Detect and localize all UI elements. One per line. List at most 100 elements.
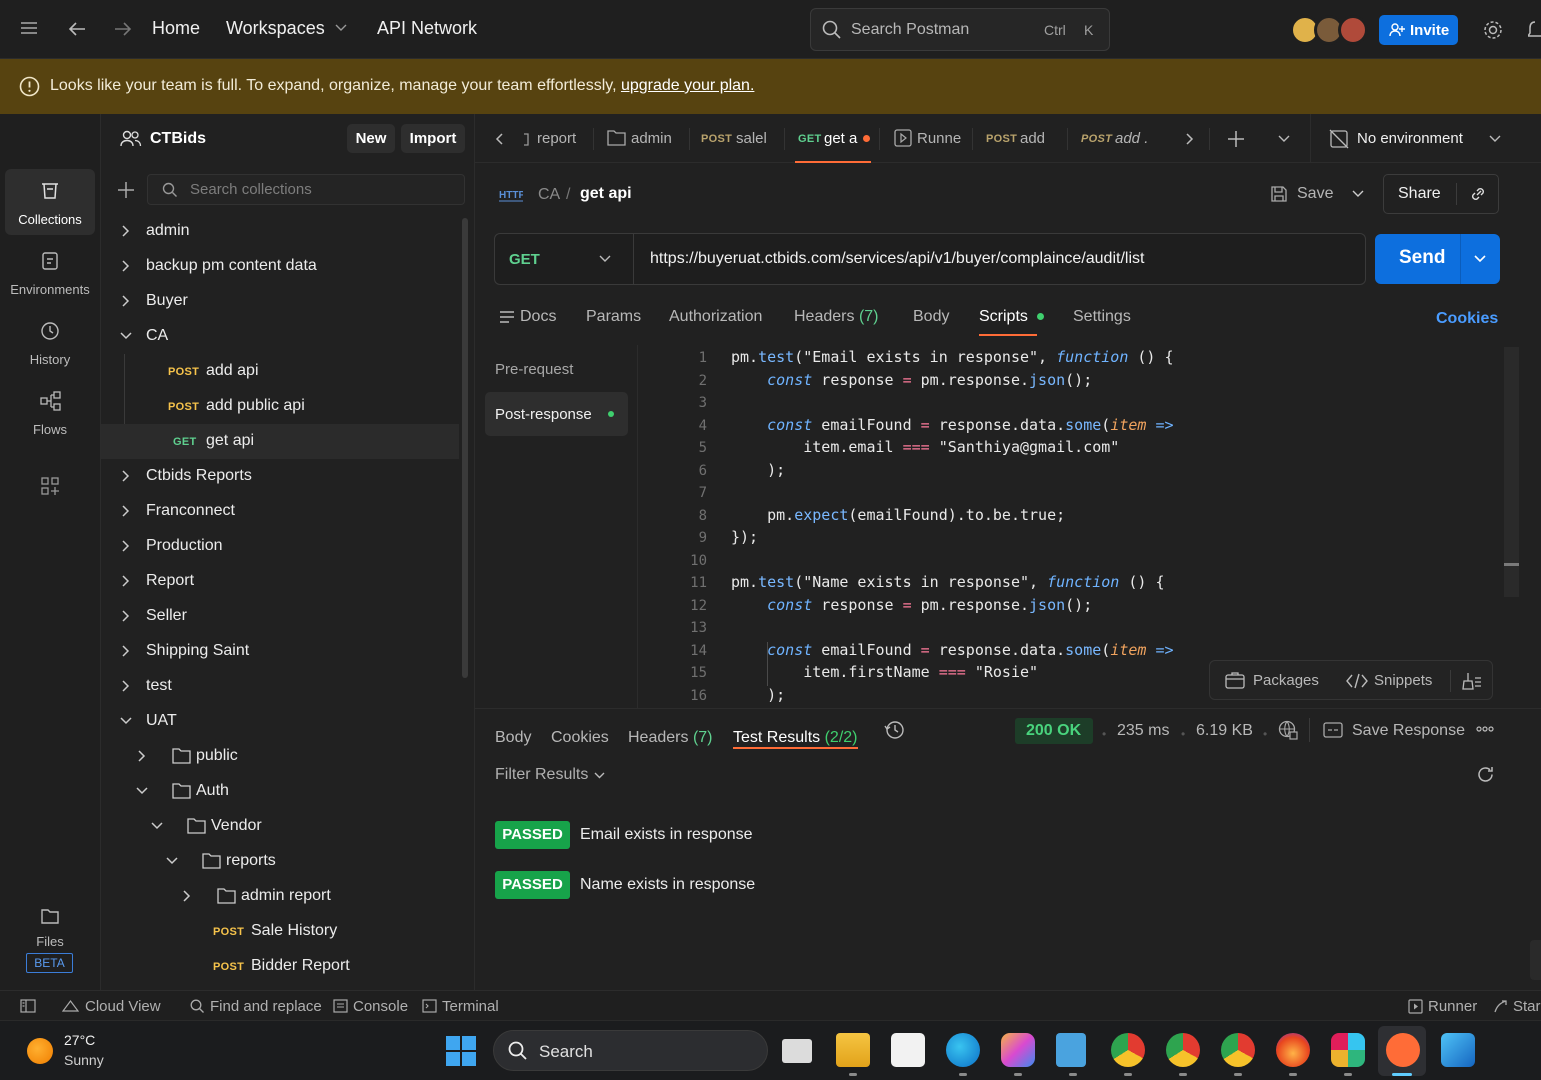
refresh-icon[interactable] xyxy=(1476,765,1495,784)
chevron-down-icon[interactable] xyxy=(1474,255,1486,263)
tab-post-add-2[interactable]: POST add . xyxy=(1081,114,1161,163)
chevron-right-icon[interactable] xyxy=(1185,132,1194,146)
tree-item-shipping-saint[interactable]: Shipping Saint xyxy=(101,634,459,669)
tree-item-production[interactable]: Production xyxy=(101,529,459,564)
copilot-icon[interactable] xyxy=(1001,1033,1035,1067)
rail-collections[interactable]: Collections xyxy=(5,169,95,235)
environment-selector[interactable]: No environment xyxy=(1327,114,1541,163)
script-tab-pre-request[interactable]: Pre-request xyxy=(495,361,573,378)
tree-item-buyer[interactable]: Buyer xyxy=(101,284,459,319)
import-button[interactable]: Import xyxy=(401,124,465,153)
runner-button[interactable]: Runner xyxy=(1428,998,1477,1015)
file-explorer-icon[interactable] xyxy=(836,1033,870,1067)
rail-environments[interactable]: Environments xyxy=(5,239,95,305)
editor-scrollbar-track[interactable] xyxy=(1504,347,1519,597)
tree-request-sale-history[interactable]: POST Sale History xyxy=(101,914,459,949)
save-response-button[interactable]: Save Response xyxy=(1352,722,1465,740)
cookies-link[interactable]: Cookies xyxy=(1436,310,1498,328)
weather-condition[interactable]: Sunny xyxy=(64,1052,104,1068)
url-input[interactable]: https://buyeruat.ctbids.com/services/api… xyxy=(650,250,1144,268)
tab-docs[interactable]: Docs xyxy=(520,308,556,326)
sidebar-scrollbar[interactable] xyxy=(462,218,468,678)
breadcrumb-parent[interactable]: CA xyxy=(538,186,560,204)
share-button[interactable]: Share xyxy=(1398,185,1441,203)
forward-arrow-icon[interactable] xyxy=(113,20,133,38)
upgrade-plan-link[interactable]: upgrade your plan. xyxy=(621,77,754,94)
new-button[interactable]: New xyxy=(347,124,395,153)
photos-icon[interactable] xyxy=(1441,1033,1475,1067)
more-options-icon[interactable] xyxy=(1476,726,1494,732)
chevron-down-icon[interactable] xyxy=(335,24,347,32)
global-search[interactable]: Search Postman Ctrl K xyxy=(810,8,1110,51)
invite-button[interactable]: Invite xyxy=(1379,15,1458,45)
team-avatars[interactable] xyxy=(1290,15,1370,45)
tab-params[interactable]: Params xyxy=(586,308,641,326)
slack-icon[interactable] xyxy=(1331,1033,1365,1067)
weather-temp[interactable]: 27°C xyxy=(64,1032,95,1048)
find-replace-button[interactable]: Find and replace xyxy=(210,998,322,1015)
tree-item-ctbids-reports[interactable]: Ctbids Reports xyxy=(101,459,459,494)
method-select[interactable]: GET xyxy=(495,234,634,284)
send-button[interactable]: Send xyxy=(1399,247,1445,269)
rail-flows[interactable]: Flows xyxy=(5,379,95,445)
edge-browser-icon[interactable] xyxy=(946,1033,980,1067)
chrome-profile-icon[interactable] xyxy=(1111,1033,1145,1067)
request-name[interactable]: get api xyxy=(580,185,632,203)
cloud-view-button[interactable]: Cloud View xyxy=(85,998,161,1015)
nav-api-network[interactable]: API Network xyxy=(377,18,477,39)
rail-files[interactable]: Files BETA xyxy=(5,894,95,984)
bell-icon[interactable] xyxy=(1528,19,1541,41)
tab-body[interactable]: Body xyxy=(913,308,949,326)
nav-home[interactable]: Home xyxy=(152,18,200,39)
copy-link-icon[interactable] xyxy=(1469,185,1487,203)
tree-request-add-api[interactable]: POST add api xyxy=(101,354,459,389)
toggle-sidebar-icon[interactable] xyxy=(20,999,36,1013)
tab-admin[interactable]: admin xyxy=(605,114,689,163)
tab-report[interactable]: report xyxy=(521,114,593,163)
resp-tab-headers[interactable]: Headers (7) xyxy=(628,729,713,747)
chevron-left-icon[interactable] xyxy=(495,132,504,146)
chrome-icon[interactable] xyxy=(1221,1033,1255,1067)
tree-request-get-api[interactable]: GET get api xyxy=(101,424,459,459)
packages-button[interactable]: Packages xyxy=(1253,672,1319,689)
settings-gear-icon[interactable] xyxy=(1482,19,1504,41)
tab-runner[interactable]: Runne xyxy=(893,114,973,163)
tree-request-bidder-report[interactable]: POST Bidder Report xyxy=(101,949,459,984)
add-collection-icon[interactable] xyxy=(117,181,135,199)
task-view-icon[interactable] xyxy=(782,1039,812,1063)
status-badge[interactable]: 200 OK xyxy=(1015,718,1093,744)
tab-authorization[interactable]: Authorization xyxy=(669,308,762,326)
back-arrow-icon[interactable] xyxy=(67,20,87,38)
nav-workspaces[interactable]: Workspaces xyxy=(226,18,325,39)
tree-item-backup[interactable]: backup pm content data xyxy=(101,249,459,284)
script-tab-post-response[interactable]: Post-response xyxy=(485,392,628,436)
windows-start-icon[interactable] xyxy=(446,1036,476,1066)
tree-request-add-public-api[interactable]: POST add public api xyxy=(101,389,459,424)
taskbar-search[interactable]: Search xyxy=(493,1030,768,1071)
tree-item-uat[interactable]: UAT xyxy=(101,704,459,739)
workspace-name[interactable]: CTBids xyxy=(150,130,206,148)
resp-tab-test-results[interactable]: Test Results (2/2) xyxy=(733,729,858,747)
tree-folder-auth[interactable]: Auth xyxy=(101,774,459,809)
chevron-down-icon[interactable] xyxy=(1278,135,1290,143)
notepad-icon[interactable] xyxy=(1056,1033,1086,1067)
tab-post-salel[interactable]: POST salel xyxy=(701,114,781,163)
console-button[interactable]: Console xyxy=(353,998,408,1015)
tab-scripts[interactable]: Scripts xyxy=(979,308,1028,326)
tree-item-franconnect[interactable]: Franconnect xyxy=(101,494,459,529)
script-editor[interactable]: 1 2 3 4 5 6 7 8 9 10 11 12 13 14 15 16 p… xyxy=(639,345,1504,708)
rail-add-apps[interactable] xyxy=(5,466,95,506)
chrome-profile-icon[interactable] xyxy=(1166,1033,1200,1067)
tab-headers[interactable]: Headers (7) xyxy=(794,308,879,326)
filter-results-dropdown[interactable]: Filter Results xyxy=(495,765,615,787)
postman-icon[interactable] xyxy=(1386,1033,1420,1067)
right-panel-handle[interactable] xyxy=(1530,940,1541,980)
tree-folder-public[interactable]: public xyxy=(101,739,459,774)
tree-item-ca[interactable]: CA xyxy=(101,319,459,354)
network-globe-icon[interactable] xyxy=(1278,720,1298,740)
microsoft-store-icon[interactable] xyxy=(891,1033,925,1067)
tab-settings[interactable]: Settings xyxy=(1073,308,1131,326)
tab-get-api-active[interactable]: GET get a xyxy=(795,114,871,163)
tab-post-add[interactable]: POST add xyxy=(986,114,1066,163)
snippets-button[interactable]: Snippets xyxy=(1374,672,1432,689)
